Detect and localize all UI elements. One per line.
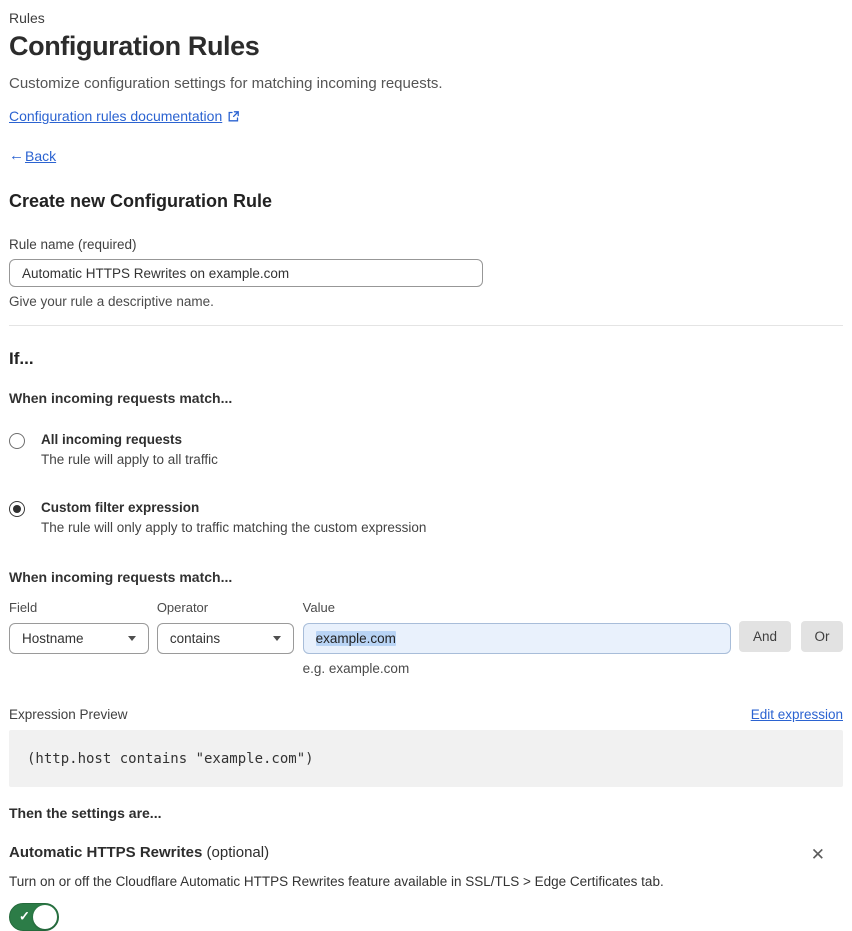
radio-all-incoming-requests[interactable]: All incoming requests The rule will appl… [9,432,843,467]
value-label: Value [302,600,335,615]
create-rule-heading: Create new Configuration Rule [9,191,273,211]
request-match-radio-group: All incoming requests The rule will appl… [9,432,843,535]
operator-column: Operator contains [156,600,294,654]
rule-name-label: Rule name (required) [9,237,137,252]
field-select[interactable]: Hostname [9,623,149,654]
check-icon: ✓ [19,908,30,924]
external-link-icon [227,110,240,123]
automatic-https-rewrites-toggle[interactable]: ✓ [9,903,59,931]
expression-code-text: (http.host contains "example.com") [27,750,314,767]
operator-label: Operator [156,600,209,615]
expression-preview-label: Expression Preview [9,707,128,722]
value-input[interactable]: example.com [302,623,732,654]
documentation-link[interactable]: Configuration rules documentation [9,108,222,124]
section-divider [9,325,843,326]
match-heading: When incoming requests match... [9,390,233,406]
chevron-down-icon [127,636,136,641]
expression-preview-code: (http.host contains "example.com") [9,730,843,787]
back-arrow-icon: ← [9,147,24,164]
or-button[interactable]: Or [801,621,844,652]
rule-name-help: Give your rule a descriptive name. [9,294,214,309]
toggle-knob[interactable] [33,905,57,929]
back-link-label: Back [25,147,57,164]
chevron-down-icon [272,636,281,641]
operator-select[interactable]: contains [156,623,294,654]
field-column: Field Hostname [9,600,149,654]
expression-builder-row: Field Hostname Operator contains Value e… [9,600,844,676]
value-column: Value example.com e.g. example.com [302,600,732,676]
setting-optional-label: (optional) [202,844,270,861]
setting-title: Automatic HTTPS Rewrites (optional) [9,844,269,861]
close-icon[interactable]: ✕ [807,844,829,865]
value-input-text: example.com [315,631,396,646]
breadcrumb: Rules [9,10,45,26]
radio-label: Custom filter expression [41,500,200,515]
radio-selected-icon[interactable] [9,501,25,517]
field-select-value: Hostname [22,631,84,646]
documentation-link-row: Configuration rules documentation [9,108,843,124]
radio-custom-filter-expression[interactable]: Custom filter expression The rule will o… [9,500,843,535]
setting-header: Automatic HTTPS Rewrites (optional) ✕ [9,844,843,865]
rule-name-input[interactable] [9,259,483,287]
and-button[interactable]: And [739,621,792,652]
radio-unselected-icon[interactable] [9,433,25,449]
edit-expression-link[interactable]: Edit expression [751,707,843,722]
page-subtitle: Customize configuration settings for mat… [9,75,443,92]
then-settings-heading: Then the settings are... [9,805,162,821]
field-label: Field [9,600,38,615]
back-link[interactable]: ← Back [9,147,843,164]
page-title: Configuration Rules [9,31,260,61]
expression-builder-heading: When incoming requests match... [9,569,233,585]
if-heading: If... [9,349,34,368]
expression-preview-row: Expression Preview Edit expression [9,707,843,722]
radio-description: The rule will apply to all traffic [41,452,218,467]
operator-select-value: contains [169,631,221,646]
value-hint: e.g. example.com [302,661,410,676]
setting-description: Turn on or off the Cloudflare Automatic … [9,874,664,889]
configuration-rules-page: Rules Configuration Rules Customize conf… [0,0,852,931]
setting-name: Automatic HTTPS Rewrites [9,844,203,861]
radio-label: All incoming requests [41,432,183,447]
radio-description: The rule will only apply to traffic matc… [41,520,427,535]
